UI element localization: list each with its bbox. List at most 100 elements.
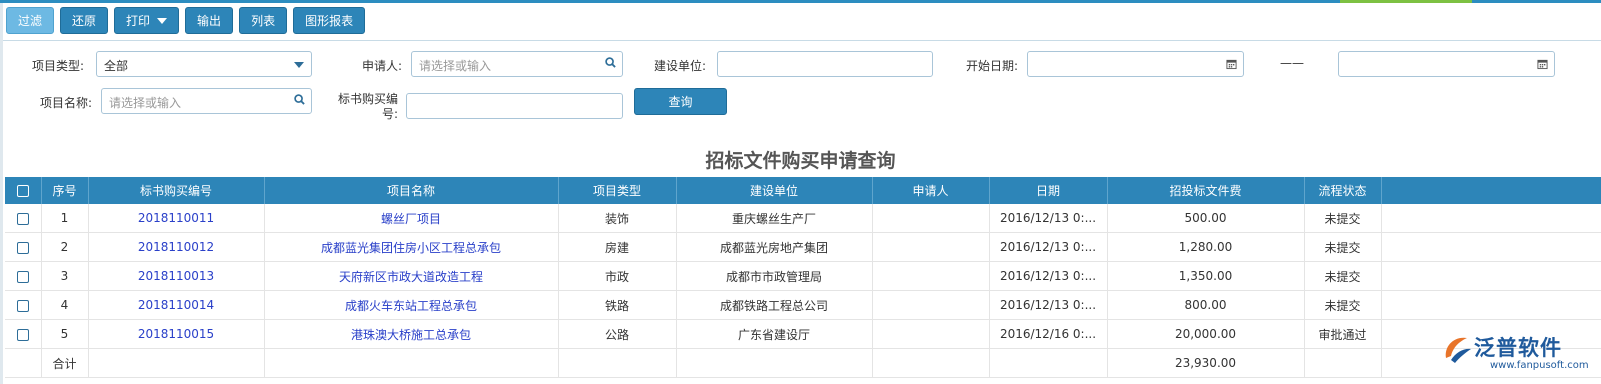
row-select-cell[interactable]	[5, 261, 42, 291]
tender-code-link[interactable]: 2018110014	[88, 290, 265, 320]
row-number: 1	[41, 204, 89, 233]
filler-cell	[1381, 261, 1601, 291]
column-header[interactable]: 标书购买编号	[88, 177, 265, 204]
select-all-header[interactable]	[5, 177, 42, 204]
table-row[interactable]: 4 2018110014 成都火车东站工程总承包 铁路 成都铁路工程总公司 20…	[5, 290, 1601, 320]
column-header[interactable]: 日期	[989, 177, 1108, 204]
restore-button[interactable]: 还原	[60, 7, 109, 34]
column-header[interactable]: 项目类型	[558, 177, 677, 204]
project-name-input[interactable]: 请选择或输入	[101, 88, 312, 114]
tender-no-label: 标书购买编 号:	[330, 92, 398, 122]
project-name-placeholder: 请选择或输入	[109, 96, 182, 110]
table-row[interactable]: 3 2018110013 天府新区市政大道改造工程 市政 成都市市政管理局 20…	[5, 261, 1601, 291]
construction-unit-input[interactable]	[717, 51, 933, 77]
construction-unit-cell: 成都市市政管理局	[676, 261, 873, 291]
fee-cell: 1,280.00	[1107, 232, 1305, 262]
results-table: 序号 标书购买编号 项目名称 项目类型 建设单位 申请人 日期 招投标文件费 流…	[5, 177, 1601, 378]
project-name-link[interactable]: 港珠澳大桥施工总承包	[264, 319, 559, 349]
top-accent-highlight	[1340, 0, 1472, 3]
brand-name: 泛普软件	[1474, 336, 1562, 360]
search-icon[interactable]	[605, 57, 616, 68]
column-header[interactable]: 申请人	[872, 177, 990, 204]
project-name-link[interactable]: 天府新区市政大道改造工程	[264, 261, 559, 291]
fee-cell: 800.00	[1107, 290, 1305, 320]
row-select-cell[interactable]	[5, 232, 42, 262]
brand-logo: 泛普软件 www.fanpusoft.com	[1440, 330, 1600, 380]
table-row[interactable]: 1 2018110011 螺丝厂项目 装饰 重庆螺丝生产厂 2016/12/13…	[5, 204, 1601, 233]
table-row[interactable]: 2 2018110012 成都蓝光集团住房小区工程总承包 房建 成都蓝光房地产集…	[5, 232, 1601, 262]
tender-code-link[interactable]: 2018110013	[88, 261, 265, 291]
calendar-icon[interactable]	[1537, 58, 1548, 70]
list-button[interactable]: 列表	[239, 7, 288, 34]
date-cell: 2016/12/13 0:...	[989, 261, 1108, 291]
start-date-from-input[interactable]	[1027, 51, 1244, 77]
row-checkbox[interactable]	[16, 328, 29, 341]
chart-report-button[interactable]: 图形报表	[293, 7, 366, 34]
column-header-filler	[1381, 177, 1601, 204]
applicant-cell	[872, 204, 990, 233]
row-checkbox[interactable]	[16, 212, 29, 225]
fee-cell: 500.00	[1107, 204, 1305, 233]
filler-cell	[1381, 232, 1601, 262]
column-header[interactable]: 招投标文件费	[1107, 177, 1305, 204]
project-type-value: 全部	[104, 59, 129, 73]
construction-unit-cell: 重庆螺丝生产厂	[676, 204, 873, 233]
print-button-label: 打印	[126, 14, 151, 28]
column-header[interactable]: 项目名称	[264, 177, 559, 204]
project-type-cell: 装饰	[558, 204, 677, 233]
table-header-row: 序号 标书购买编号 项目名称 项目类型 建设单位 申请人 日期 招投标文件费 流…	[5, 177, 1601, 204]
chevron-down-icon	[157, 17, 168, 24]
total-empty-cell	[676, 348, 873, 378]
column-header[interactable]: 流程状态	[1304, 177, 1382, 204]
export-button[interactable]: 输出	[185, 7, 234, 34]
column-header[interactable]: 建设单位	[676, 177, 873, 204]
row-number: 2	[41, 232, 89, 262]
tender-no-input[interactable]	[406, 93, 623, 119]
total-fee: 23,930.00	[1107, 348, 1305, 378]
row-select-cell[interactable]	[5, 290, 42, 320]
toolbar-divider	[3, 40, 1601, 41]
applicant-input[interactable]: 请选择或输入	[411, 51, 623, 77]
dropdown-arrow-icon	[294, 62, 304, 68]
query-button[interactable]: 查询	[634, 88, 727, 115]
start-date-to-input[interactable]	[1338, 51, 1555, 77]
project-type-select[interactable]: 全部	[96, 51, 312, 77]
row-checkbox[interactable]	[16, 241, 29, 254]
date-cell: 2016/12/13 0:...	[989, 204, 1108, 233]
tender-code-link[interactable]: 2018110011	[88, 204, 265, 233]
table-row[interactable]: 5 2018110015 港珠澳大桥施工总承包 公路 广东省建设厅 2016/1…	[5, 319, 1601, 349]
tender-code-link[interactable]: 2018110015	[88, 319, 265, 349]
project-type-cell: 市政	[558, 261, 677, 291]
project-type-label: 项目类型:	[31, 59, 84, 73]
construction-unit-cell: 成都蓝光房地产集团	[676, 232, 873, 262]
filter-button[interactable]: 过滤	[6, 7, 55, 34]
applicant-cell	[872, 319, 990, 349]
calendar-icon[interactable]	[1226, 58, 1237, 70]
project-type-cell: 房建	[558, 232, 677, 262]
tender-code-link[interactable]: 2018110012	[88, 232, 265, 262]
row-checkbox[interactable]	[16, 270, 29, 283]
status-cell: 审批通过	[1304, 319, 1382, 349]
select-all-checkbox[interactable]	[16, 185, 29, 197]
row-select-cell[interactable]	[5, 204, 42, 233]
print-button[interactable]: 打印	[114, 7, 180, 34]
date-range-separator: ——	[1280, 56, 1304, 70]
status-cell: 未提交	[1304, 290, 1382, 320]
project-name-link[interactable]: 成都火车东站工程总承包	[264, 290, 559, 320]
row-select-cell[interactable]	[5, 319, 42, 349]
status-cell: 未提交	[1304, 232, 1382, 262]
page-title: 招标文件购买申请查询	[705, 150, 896, 172]
total-empty-cell	[1304, 348, 1382, 378]
row-checkbox[interactable]	[16, 299, 29, 312]
column-header[interactable]: 序号	[41, 177, 89, 204]
toolbar: 过滤 还原 打印 输出 列表 图形报表	[6, 7, 366, 37]
left-edge-bar	[0, 3, 3, 384]
project-name-link[interactable]: 成都蓝光集团住房小区工程总承包	[264, 232, 559, 262]
row-number: 5	[41, 319, 89, 349]
search-icon[interactable]	[294, 94, 305, 105]
project-name-link[interactable]: 螺丝厂项目	[264, 204, 559, 233]
top-accent-line	[0, 0, 1601, 3]
total-empty-cell	[88, 348, 265, 378]
project-type-cell: 铁路	[558, 290, 677, 320]
tender-no-label-line2: 号:	[381, 107, 398, 121]
